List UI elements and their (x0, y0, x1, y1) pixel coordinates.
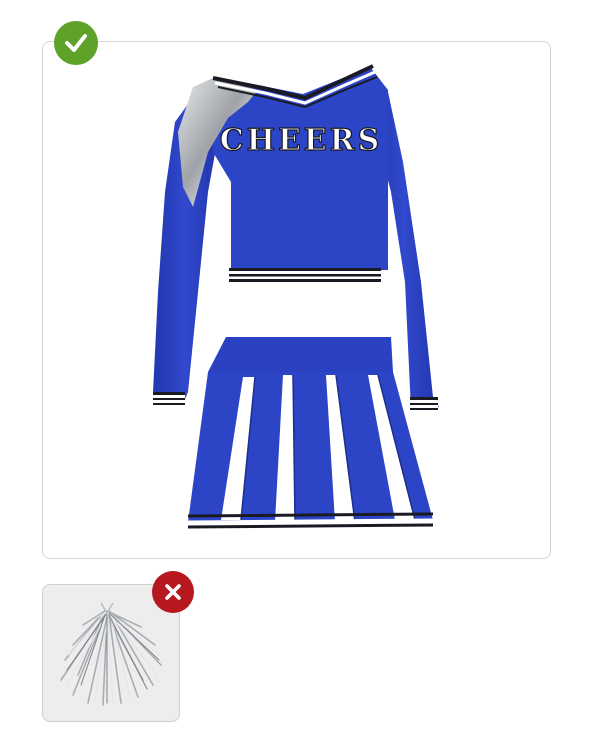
incorrect-badge (152, 571, 194, 613)
check-icon (65, 34, 87, 52)
correct-badge (54, 21, 98, 65)
option-card-uniform[interactable]: CHEERS (42, 41, 551, 559)
uniform-lettering: CHEERS (220, 123, 383, 158)
skirt-waistband (208, 337, 393, 372)
x-icon (165, 584, 181, 600)
cheerleader-uniform-image: CHEERS (153, 64, 439, 529)
